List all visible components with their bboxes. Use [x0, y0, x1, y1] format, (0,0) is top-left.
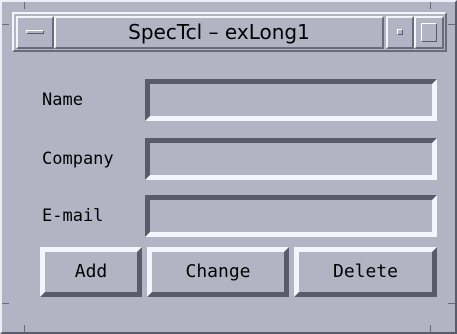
frame-corner-mark	[2, 24, 9, 25]
window-menu-button[interactable]	[16, 16, 54, 49]
change-button[interactable]: Change	[147, 247, 289, 297]
minimize-icon	[397, 29, 403, 35]
maximize-button[interactable]	[414, 16, 444, 49]
window-menu-icon	[26, 30, 44, 34]
frame-corner-mark	[448, 303, 455, 304]
email-label: E-mail	[42, 206, 104, 226]
email-field[interactable]	[145, 195, 437, 237]
title-bar[interactable]: SpecTcl – exLong1	[12, 12, 447, 52]
form-panel: Name Company E-mail Add Change Delete	[24, 64, 444, 316]
delete-button[interactable]: Delete	[294, 247, 437, 297]
maximize-icon	[421, 23, 437, 42]
frame-corner-mark	[24, 325, 25, 332]
frame-corner-mark	[2, 303, 9, 304]
frame-corner-mark	[430, 2, 431, 9]
minimize-button[interactable]	[386, 16, 414, 49]
company-label: Company	[42, 149, 114, 169]
window-title[interactable]: SpecTcl – exLong1	[54, 16, 384, 49]
frame-corner-mark	[448, 24, 455, 25]
frame-corner-mark	[430, 325, 431, 332]
app-window: SpecTcl – exLong1 Name Company E-mail Ad…	[0, 0, 457, 334]
name-label: Name	[42, 90, 83, 110]
name-field[interactable]	[145, 79, 437, 121]
add-button[interactable]: Add	[40, 247, 142, 297]
frame-corner-mark	[24, 2, 25, 9]
company-field[interactable]	[145, 138, 437, 180]
